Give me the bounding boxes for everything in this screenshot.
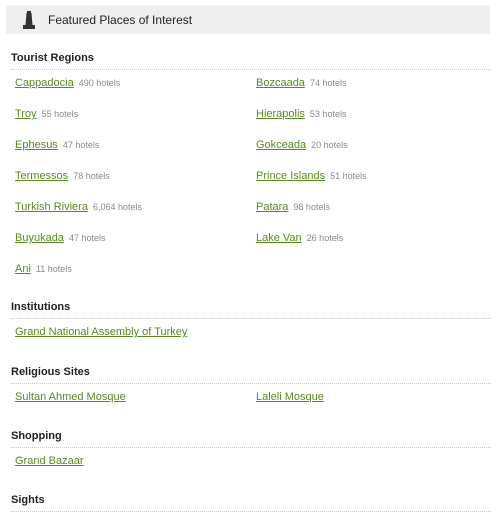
list-item: Gokceada 20 hotels (256, 139, 348, 152)
hotel-count: 78 hotels (73, 171, 110, 181)
section-sights: Sights (11, 494, 491, 512)
place-link[interactable]: Hierapolis (256, 108, 305, 120)
list-item: Sultan Ahmed Mosque (15, 391, 126, 404)
hotel-count: 55 hotels (41, 109, 79, 119)
place-link[interactable]: Sultan Ahmed Mosque (15, 391, 126, 403)
place-link[interactable]: Ani (15, 263, 31, 275)
list-item: Grand National Assembly of Turkey (15, 326, 187, 339)
hotel-count: 11 hotels (35, 264, 72, 274)
section-heading: Sights (11, 494, 491, 512)
place-link[interactable]: Termessos (15, 170, 68, 182)
list-item: Bozcaada 74 hotels (256, 77, 346, 90)
list-item: Prince Islands 51 hotels (256, 170, 367, 183)
list-item: Buyukada 47 hotels (15, 232, 105, 245)
section-heading: Shopping (11, 430, 491, 448)
list-item: Grand Bazaar (15, 455, 83, 468)
place-link[interactable]: Buyukada (15, 232, 64, 244)
list-item: Lake Van 26 hotels (256, 232, 343, 245)
section-institutions: Institutions (11, 301, 491, 319)
monument-icon (22, 10, 36, 30)
place-link[interactable]: Cappadocia (15, 77, 74, 89)
panel-title: Featured Places of Interest (48, 12, 193, 27)
hotel-count: 6,064 hotels (92, 202, 142, 212)
section-tourist-regions: Tourist Regions (11, 52, 491, 70)
list-item: Cappadocia 490 hotels (15, 77, 120, 90)
hotel-count: 26 hotels (306, 233, 344, 243)
hotel-count: 47 hotels (68, 233, 106, 243)
list-item: Termessos 78 hotels (15, 170, 110, 183)
place-link[interactable]: Laleli Mosque (256, 391, 324, 403)
panel-header: Featured Places of Interest (6, 5, 490, 34)
list-item: Laleli Mosque (256, 391, 324, 404)
section-religious-sites: Religious Sites (11, 366, 491, 384)
list-item: Hierapolis 53 hotels (256, 108, 346, 121)
section-heading: Tourist Regions (11, 52, 491, 70)
place-link[interactable]: Prince Islands (256, 170, 325, 182)
place-link[interactable]: Patara (256, 201, 288, 213)
place-link[interactable]: Gokceada (256, 139, 306, 151)
hotel-count: 490 hotels (78, 78, 121, 88)
list-item: Patara 98 hotels (256, 201, 330, 214)
hotel-count: 47 hotels (62, 140, 100, 150)
place-link[interactable]: Lake Van (256, 232, 302, 244)
hotel-count: 98 hotels (293, 202, 330, 212)
place-link[interactable]: Grand Bazaar (15, 455, 83, 467)
list-item: Turkish Riviera 6,064 hotels (15, 201, 142, 214)
list-item: Troy 55 hotels (15, 108, 78, 121)
list-item: Ani 11 hotels (15, 263, 72, 276)
hotel-count: 51 hotels (330, 171, 367, 181)
hotel-count: 20 hotels (311, 140, 348, 150)
list-item: Ephesus 47 hotels (15, 139, 99, 152)
place-link[interactable]: Grand National Assembly of Turkey (15, 326, 187, 338)
place-link[interactable]: Turkish Riviera (15, 201, 88, 213)
hotel-count: 53 hotels (309, 109, 347, 119)
hotel-count: 74 hotels (309, 78, 347, 88)
section-heading: Institutions (11, 301, 491, 319)
place-link[interactable]: Troy (15, 108, 37, 120)
place-link[interactable]: Ephesus (15, 139, 58, 151)
place-link[interactable]: Bozcaada (256, 77, 305, 89)
section-heading: Religious Sites (11, 366, 491, 384)
section-shopping: Shopping (11, 430, 491, 448)
